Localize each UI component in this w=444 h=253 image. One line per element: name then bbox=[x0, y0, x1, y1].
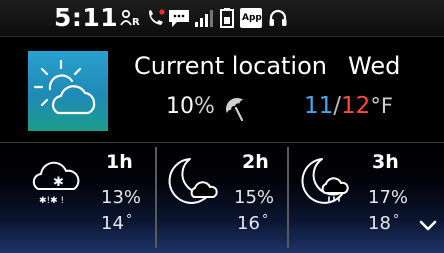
precipitation-value: 10 bbox=[166, 94, 194, 119]
headset-icon bbox=[269, 9, 287, 26]
status-bar: 5:11 R App bbox=[0, 0, 444, 37]
snow-cloud-icon: ✱ ✱!✱ ! bbox=[32, 161, 80, 206]
precipitation-chance: 10% bbox=[166, 94, 215, 119]
forecast-temp: 14 ° bbox=[101, 213, 133, 234]
day-label: Wed bbox=[348, 52, 401, 80]
precipitation-unit: % bbox=[194, 94, 215, 119]
forecast-hour-1[interactable]: ✱ ✱!✱ ! 1h 13% 14 ° bbox=[0, 143, 154, 253]
roaming-icon: R bbox=[120, 9, 140, 28]
forecast-precip: 15% bbox=[234, 187, 275, 208]
app-badge-label: App bbox=[242, 13, 262, 23]
forecast-temp: 18 ° bbox=[368, 213, 400, 234]
location-label: Current location bbox=[134, 52, 327, 80]
current-weather-tile bbox=[28, 51, 108, 131]
svg-text:✱: ✱ bbox=[53, 175, 64, 190]
forecast-hour-2[interactable]: 2h 15% 16 ° bbox=[158, 143, 286, 253]
forecast-hour-label: 2h bbox=[242, 151, 269, 173]
temp-high: 12 bbox=[341, 93, 371, 119]
temperature-range: 11/12°F bbox=[304, 93, 393, 119]
current-weather-panel[interactable]: Current location Wed 10% 11/12°F bbox=[0, 38, 444, 142]
forecast-precip: 13% bbox=[101, 187, 142, 208]
svg-text:R: R bbox=[132, 17, 140, 28]
forecast-divider bbox=[155, 147, 157, 248]
moon-cloud-icon bbox=[168, 158, 218, 204]
forecast-temp: 16 ° bbox=[237, 213, 269, 234]
weather-screen: 5:11 R App Current location Wed 10% 11/1… bbox=[0, 0, 444, 253]
forecast-hour-label: 3h bbox=[372, 151, 399, 173]
temp-low: 11 bbox=[304, 93, 334, 119]
svg-text:✱!✱ !: ✱!✱ ! bbox=[39, 196, 64, 206]
forecast-hour-label: 1h bbox=[106, 151, 133, 173]
forecast-precip: 17% bbox=[368, 187, 409, 208]
chevron-down-icon[interactable] bbox=[418, 219, 438, 233]
app-notification-icon: App bbox=[240, 8, 262, 28]
missed-call-icon bbox=[149, 9, 165, 25]
sun-behind-cloud-icon bbox=[33, 59, 96, 115]
temp-separator: / bbox=[333, 93, 342, 119]
moon-rain-cloud-icon bbox=[301, 158, 349, 204]
forecast-divider bbox=[287, 147, 289, 248]
status-clock: 5:11 bbox=[54, 3, 119, 32]
hourly-forecast: ✱ ✱!✱ ! 1h 13% 14 ° 2h 15% 16 ° 3h 17% 1… bbox=[0, 142, 444, 253]
message-icon bbox=[169, 10, 189, 27]
forecast-hour-3[interactable]: 3h 17% 18 ° bbox=[290, 143, 444, 253]
temp-unit: °F bbox=[370, 94, 393, 118]
battery-icon bbox=[220, 8, 234, 28]
signal-icon bbox=[195, 10, 213, 27]
umbrella-icon bbox=[226, 97, 244, 122]
